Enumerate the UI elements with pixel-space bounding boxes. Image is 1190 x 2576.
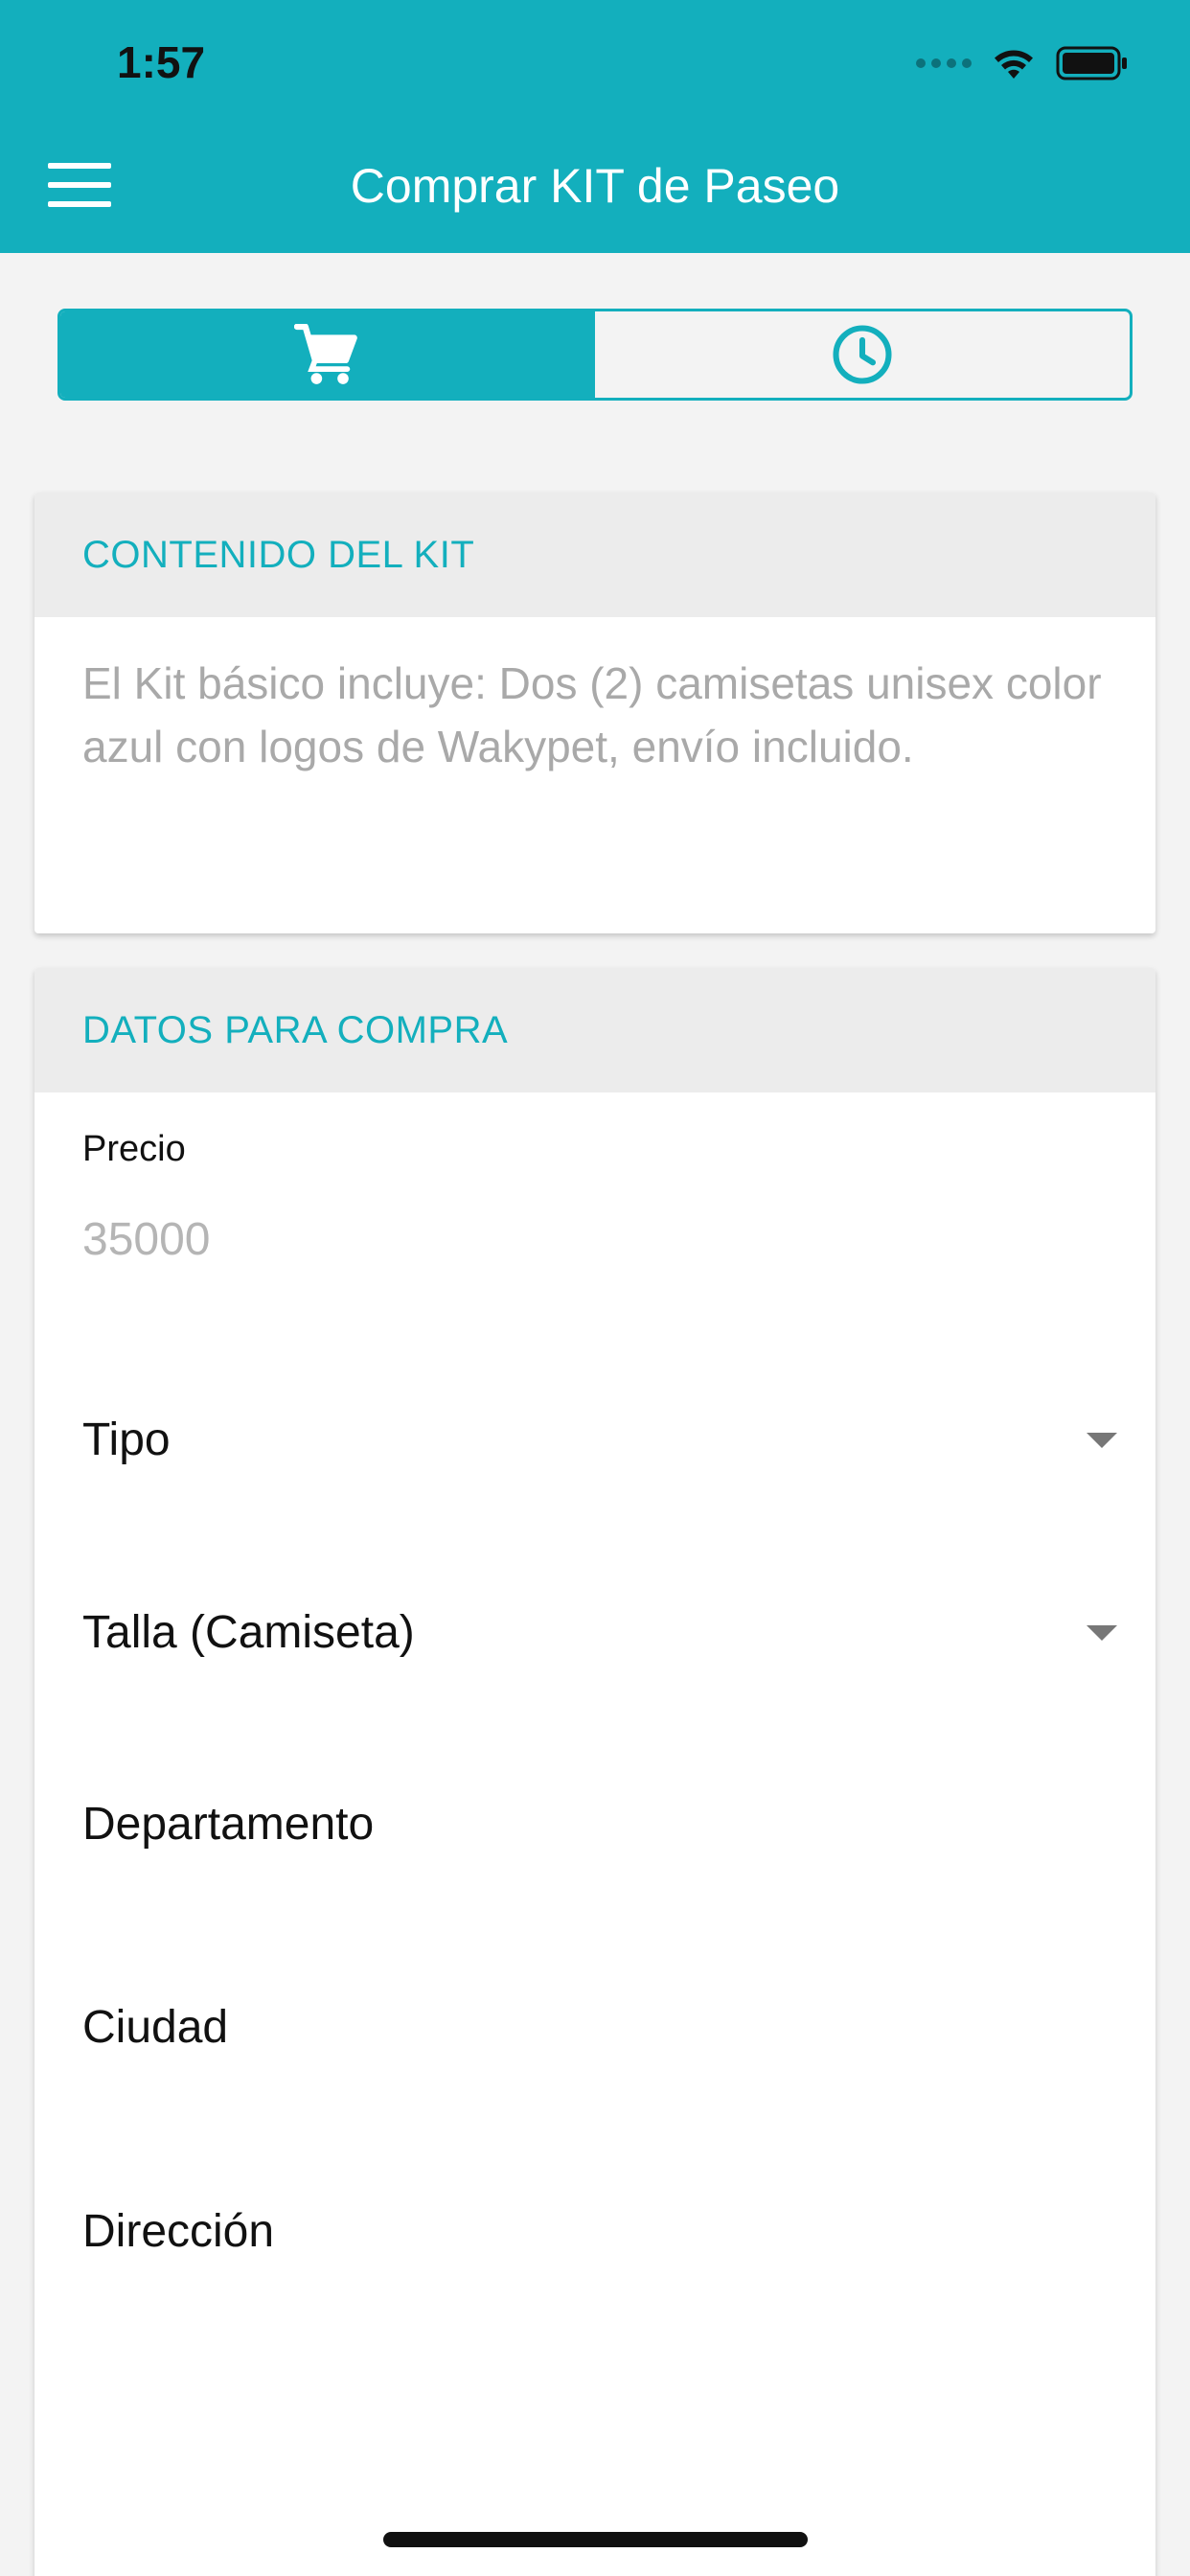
segmented-control bbox=[57, 309, 1133, 401]
purchase-data-card: DATOS PARA COMPRA Precio 35000 Tipo Tall… bbox=[34, 968, 1156, 2576]
direccion-label: Dirección bbox=[82, 2206, 275, 2257]
departamento-field[interactable]: Departamento bbox=[34, 1769, 1156, 1874]
screen: 1:57 Comprar KIT de Paseo CONTENIDO DEL … bbox=[0, 0, 1190, 2576]
status-time: 1:57 bbox=[117, 37, 206, 87]
ciudad-field[interactable]: Ciudad bbox=[34, 1972, 1156, 2078]
talla-select[interactable]: Talla (Camiseta) bbox=[34, 1577, 1156, 1683]
ciudad-label: Ciudad bbox=[82, 2002, 229, 2053]
battery-icon bbox=[1056, 46, 1127, 80]
purchase-card-title: DATOS PARA COMPRA bbox=[34, 968, 1156, 1092]
tab-history[interactable] bbox=[595, 311, 1130, 398]
departamento-label: Departamento bbox=[82, 1799, 375, 1850]
tipo-label: Tipo bbox=[82, 1414, 171, 1465]
cellular-signal-icon bbox=[916, 58, 972, 68]
clock-icon bbox=[833, 325, 892, 384]
wifi-icon bbox=[995, 50, 1033, 79]
direccion-field[interactable]: Dirección bbox=[34, 2176, 1156, 2282]
chevron-down-icon bbox=[1087, 1625, 1117, 1641]
tipo-select[interactable]: Tipo bbox=[34, 1385, 1156, 1490]
price-label: Precio bbox=[82, 1129, 186, 1169]
price-value: 35000 bbox=[82, 1214, 211, 1265]
page-title: Comprar KIT de Paseo bbox=[350, 159, 840, 213]
chevron-down-icon bbox=[1087, 1433, 1117, 1448]
cart-icon bbox=[294, 324, 357, 384]
status-icons bbox=[916, 42, 1129, 84]
talla-label: Talla (Camiseta) bbox=[82, 1607, 415, 1658]
home-indicator[interactable] bbox=[383, 2532, 808, 2547]
kit-description: El Kit básico incluye: Dos (2) camisetas… bbox=[82, 658, 1102, 771]
app-header: 1:57 Comprar KIT de Paseo bbox=[0, 0, 1190, 253]
tab-buy[interactable] bbox=[60, 311, 595, 398]
kit-card-title: CONTENIDO DEL KIT bbox=[34, 493, 1156, 617]
kit-content-card: CONTENIDO DEL KIT El Kit básico incluye:… bbox=[34, 493, 1156, 933]
